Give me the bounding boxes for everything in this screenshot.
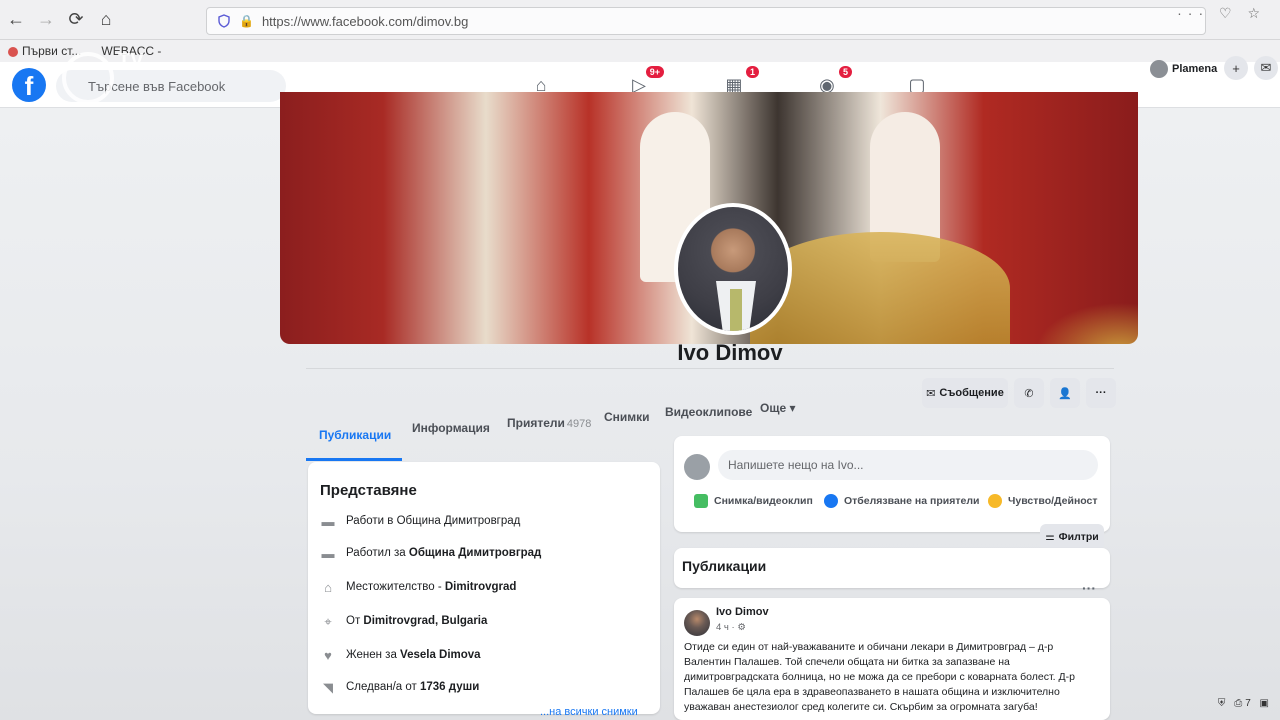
divider — [306, 368, 1114, 369]
post-options-icon[interactable]: ··· — [1082, 580, 1096, 596]
see-all-photos-link[interactable]: ...на всички снимки — [540, 706, 638, 718]
composer-input[interactable]: Напишете нещо на Ivo... — [718, 450, 1098, 480]
profile-picture[interactable] — [674, 203, 792, 335]
friends-count: 4978 — [566, 418, 592, 430]
back-icon[interactable]: ← — [2, 6, 30, 34]
heart-icon: ♥ — [324, 648, 332, 663]
avatar — [684, 454, 710, 480]
filter-icon: ⚌ — [1045, 531, 1055, 543]
friend-button[interactable]: 👤 — [1050, 378, 1080, 408]
intro-link[interactable]: Dimitrovgrad, Bulgaria — [363, 615, 487, 627]
url-actions[interactable]: ··· ♡ ☆ — [1177, 5, 1266, 22]
feeling-button[interactable]: Чувство/Дейност — [988, 494, 1098, 508]
tab-posts[interactable]: Публикации — [319, 428, 391, 442]
house-icon: ⌂ — [324, 580, 332, 595]
post-card: ··· Ivo Dimov 4 ч · ⚙ Отиде си един от н… — [674, 580, 1110, 720]
facebook-logo-icon[interactable]: f — [12, 68, 46, 102]
url-text: https://www.facebook.com/dimov.bg — [261, 13, 469, 29]
shield-icon — [218, 14, 230, 28]
post-author[interactable]: Ivo Dimov — [716, 606, 769, 618]
intro-row-married: ♥ Женен за Vesela Dimova — [320, 648, 481, 663]
tab-photos[interactable]: Снимки — [604, 410, 650, 424]
followers-link[interactable]: 1736 души — [420, 681, 479, 693]
reload-icon[interactable]: ⟳ — [62, 6, 90, 34]
phone-icon: ✆ — [1024, 387, 1034, 400]
notification-badge: 5 — [838, 66, 852, 78]
messenger-icon: ✉ — [926, 387, 936, 400]
create-button[interactable]: + — [1224, 56, 1248, 80]
forward-icon[interactable]: → — [32, 6, 60, 34]
call-button[interactable]: ✆ — [1014, 378, 1044, 408]
url-bar[interactable]: 🔒 https://www.facebook.com/dimov.bg — [206, 7, 1206, 35]
intro-link[interactable]: Vesela Dimova — [400, 649, 481, 661]
more-icon: ··· — [1095, 387, 1107, 399]
briefcase-icon: ▬ — [321, 514, 335, 529]
intro-row-worked: ▬ Работил за Община Димитровград — [321, 546, 542, 561]
intro-link[interactable]: Община Димитровград — [409, 547, 541, 559]
tab-more[interactable]: Още ▾ — [760, 401, 796, 415]
publications-title: Публикации — [682, 558, 767, 574]
avatar — [1150, 60, 1168, 78]
publications-header: Публикации — [674, 548, 1110, 588]
favicon-icon — [8, 46, 18, 57]
intro-title: Представяне — [320, 482, 417, 499]
briefcase-icon: ▬ — [321, 546, 335, 561]
tag-friends-button[interactable]: Отбелязване на приятели — [824, 494, 979, 508]
photo-icon — [694, 494, 708, 508]
tab-about[interactable]: Информация — [412, 421, 490, 435]
profile-tie — [730, 289, 742, 331]
active-tab-indicator — [306, 458, 402, 461]
intro-row-followers: ◥ Следван/а от 1736 души — [320, 680, 479, 695]
messenger-icon[interactable]: ✉ — [1254, 56, 1278, 80]
intro-card: Представяне ▬ Работи в Община Димитровгра… — [308, 462, 660, 714]
rss-icon: ◥ — [323, 680, 333, 695]
tag-icon — [824, 494, 838, 508]
notification-badge: 9+ — [645, 66, 664, 78]
system-tray: ⛨ ⎙7 ▣ — [1217, 698, 1272, 709]
post-text: Отиде си един от най-уважаваните и обича… — [684, 641, 1075, 713]
post-composer: Напишете нещо на Ivo... Снимка/видеоклип… — [674, 436, 1110, 532]
channel-watermark-icon — [62, 52, 114, 104]
tab-friends[interactable]: Приятели 4978 — [507, 416, 591, 430]
notification-badge: 1 — [745, 66, 759, 78]
intro-link[interactable]: Dimitrovgrad — [445, 581, 517, 593]
filters-button[interactable]: ⚌ Филтри — [1040, 524, 1104, 550]
channel-watermark-text: TV — [118, 50, 144, 72]
photo-video-button[interactable]: Снимка/видеоклип — [694, 494, 813, 508]
location-pin-icon: ⌖ — [324, 614, 332, 629]
profile-shortcut[interactable]: Plamena — [1150, 60, 1217, 78]
smiley-icon — [988, 494, 1002, 508]
profile-name: Ivo Dimov — [677, 340, 783, 365]
more-button[interactable]: ··· — [1086, 378, 1116, 408]
post-timestamp[interactable]: 4 ч · ⚙ — [716, 622, 746, 633]
person-icon: 👤 — [1058, 387, 1072, 400]
avatar[interactable] — [684, 610, 710, 636]
home-icon[interactable]: ⌂ — [92, 6, 120, 34]
bookmark-item[interactable]: Първи ст... — [8, 44, 81, 58]
tab-friends-label: Приятели — [507, 416, 565, 430]
bookmarks-bar: Първи ст... WEBACC - — [0, 40, 1280, 62]
intro-row-residence: ⌂ Местожителство - Dimitrovgrad — [320, 580, 517, 595]
message-button[interactable]: ✉ Съобщение — [922, 378, 1008, 408]
intro-row-from: ⌖ От Dimitrovgrad, Bulgaria — [320, 614, 487, 629]
intro-row-work: ▬ Работи в Община Димитровград — [321, 514, 521, 529]
lock-icon: 🔒 — [239, 14, 254, 28]
tab-videos[interactable]: Видеоклипове — [665, 405, 752, 419]
